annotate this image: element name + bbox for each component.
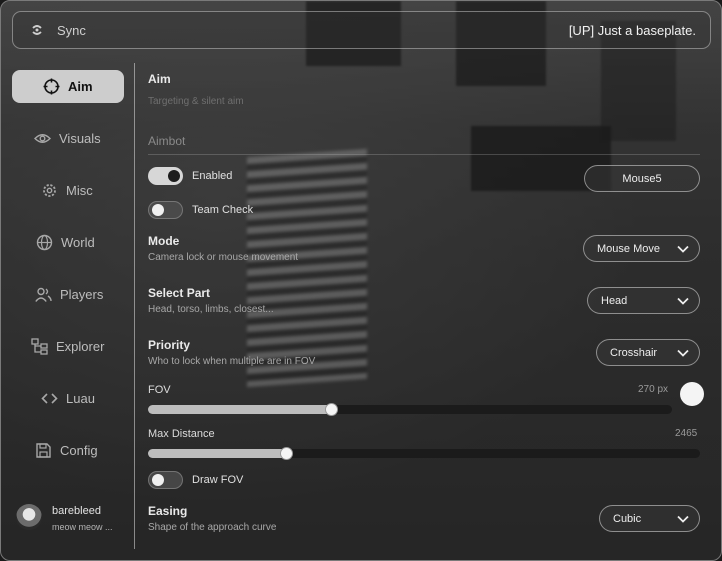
gear-icon — [43, 184, 56, 197]
mode-value: Mouse Move — [597, 243, 660, 255]
enabled-toggle[interactable] — [148, 167, 183, 185]
sidebar-item-label: Visuals — [59, 131, 101, 146]
toggle-knob — [152, 204, 164, 216]
sidebar-item-label: Players — [60, 287, 104, 302]
max-distance-slider-thumb[interactable] — [280, 447, 293, 460]
tree-icon — [31, 338, 48, 355]
chevron-down-icon — [677, 245, 689, 253]
app-window: Sync [UP] Just a baseplate. Aim Visuals … — [0, 0, 722, 561]
sidebar-item-label: Explorer — [56, 339, 105, 354]
sidebar-item-config[interactable]: Config — [12, 434, 124, 467]
priority-dropdown[interactable]: Crosshair — [596, 339, 700, 366]
sidebar-item-misc[interactable]: Misc — [12, 174, 124, 207]
section-heading-aimbot: Aimbot — [148, 134, 186, 148]
sidebar-item-label: Aim — [68, 79, 93, 94]
team-check-label: Team Check — [192, 204, 254, 216]
sidebar-item-aim[interactable]: Aim — [12, 70, 124, 103]
sidebar-item-label: Config — [60, 443, 98, 458]
user-name: barebleed — [52, 505, 101, 517]
draw-fov-label: Draw FOV — [192, 474, 244, 486]
max-distance-slider[interactable] — [148, 447, 700, 460]
sidebar-item-luau[interactable]: Luau — [12, 382, 124, 415]
fov-value: 270 px — [638, 384, 669, 395]
toggle-knob — [152, 474, 164, 486]
easing-dropdown[interactable]: Cubic — [599, 505, 700, 532]
app-title: Sync — [57, 23, 86, 38]
select-part-description: Head, torso, limbs, closest... — [148, 304, 274, 315]
easing-value: Cubic — [613, 513, 642, 525]
sidebar-item-label: Misc — [66, 183, 93, 198]
sidebar-item-label: World — [61, 235, 95, 250]
mode-dropdown[interactable]: Mouse Move — [583, 235, 700, 262]
fov-slider-fill — [148, 405, 331, 414]
code-icon — [41, 393, 58, 404]
place-name: [UP] Just a baseplate. — [568, 23, 696, 38]
max-distance-slider-fill — [148, 449, 286, 458]
toggle-knob — [168, 170, 180, 182]
select-part-title: Select Part — [148, 286, 211, 300]
fov-slider[interactable] — [148, 403, 672, 416]
enabled-label: Enabled — [192, 170, 233, 182]
priority-description: Who to lock when multiple are in FOV — [148, 356, 316, 367]
sidebar-item-label: Luau — [66, 391, 95, 406]
max-distance-label: Max Distance — [148, 428, 215, 440]
priority-value: Crosshair — [610, 347, 658, 359]
easing-title: Easing — [148, 504, 188, 518]
floating-handle[interactable] — [680, 382, 704, 406]
sidebar-item-world[interactable]: World — [12, 226, 124, 259]
eye-icon — [34, 134, 51, 143]
sidebar-item-visuals[interactable]: Visuals — [12, 122, 124, 155]
priority-title: Priority — [148, 338, 191, 352]
team-check-toggle[interactable] — [148, 201, 183, 219]
users-icon — [35, 287, 52, 302]
avatar[interactable] — [16, 504, 42, 530]
max-distance-value: 2465 — [675, 428, 698, 439]
crosshair-icon — [43, 78, 60, 95]
easing-description: Shape of the approach curve — [148, 522, 277, 533]
fov-label: FOV — [148, 384, 171, 396]
save-icon — [36, 443, 51, 458]
keybind-button[interactable]: Mouse5 — [584, 165, 700, 192]
chevron-down-icon — [677, 297, 689, 305]
keybind-value: Mouse5 — [622, 173, 662, 185]
draw-fov-toggle[interactable] — [148, 471, 183, 489]
sync-logo-icon — [32, 25, 42, 35]
page-subtitle: Targeting & silent aim — [148, 96, 244, 107]
page-title: Aim — [148, 72, 171, 86]
title-bar: Sync [UP] Just a baseplate. — [12, 11, 711, 49]
sidebar-item-explorer[interactable]: Explorer — [12, 330, 124, 363]
mode-title: Mode — [148, 234, 180, 248]
chevron-down-icon — [677, 515, 689, 523]
user-status: meow meow ... — [52, 522, 113, 532]
chevron-down-icon — [677, 349, 689, 357]
fov-slider-thumb[interactable] — [325, 403, 338, 416]
sidebar-divider — [134, 63, 135, 549]
select-part-dropdown[interactable]: Head — [587, 287, 700, 314]
section-divider — [148, 154, 700, 155]
globe-icon — [36, 234, 53, 251]
sidebar-item-players[interactable]: Players — [12, 278, 124, 311]
select-part-value: Head — [601, 295, 628, 307]
mode-description: Camera lock or mouse movement — [148, 252, 299, 263]
